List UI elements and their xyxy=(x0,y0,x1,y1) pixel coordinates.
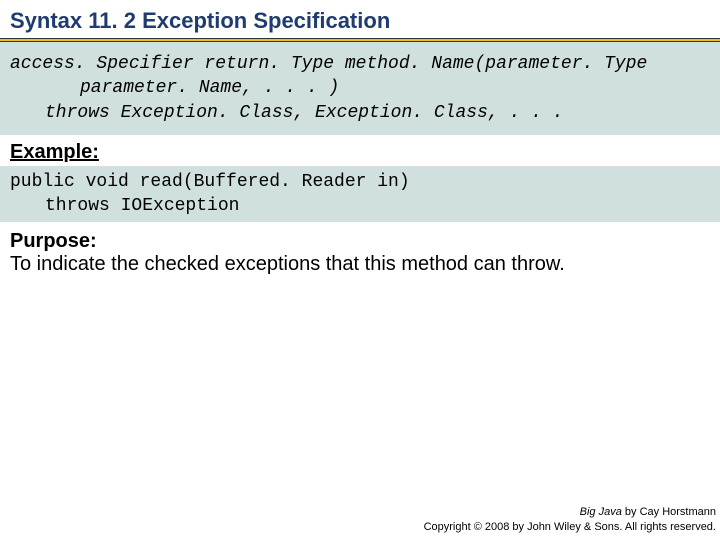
example-line-2: throws IOException xyxy=(10,194,710,218)
example-block: public void read(Buffered. Reader in) th… xyxy=(0,166,720,223)
syntax-line-3: throws Exception. Class, Exception. Clas… xyxy=(10,101,710,125)
example-heading: Example: xyxy=(0,135,720,166)
syntax-block: access. Specifier return. Type method. N… xyxy=(0,42,720,135)
footer-line-1: Big Java by Cay Horstmann xyxy=(424,505,716,519)
book-title: Big Java xyxy=(580,506,622,518)
example-line-1: public void read(Buffered. Reader in) xyxy=(10,170,710,194)
slide-title: Syntax 11. 2 Exception Specification xyxy=(0,0,720,38)
syntax-line-2: parameter. Name, . . . ) xyxy=(10,76,710,100)
book-author: by Cay Horstmann xyxy=(622,506,716,518)
footer-copyright: Copyright © 2008 by John Wiley & Sons. A… xyxy=(424,520,716,534)
purpose-heading: Purpose: xyxy=(0,222,720,253)
purpose-body: To indicate the checked exceptions that … xyxy=(0,253,720,276)
footer: Big Java by Cay Horstmann Copyright © 20… xyxy=(424,505,716,534)
syntax-line-1: access. Specifier return. Type method. N… xyxy=(10,52,710,76)
